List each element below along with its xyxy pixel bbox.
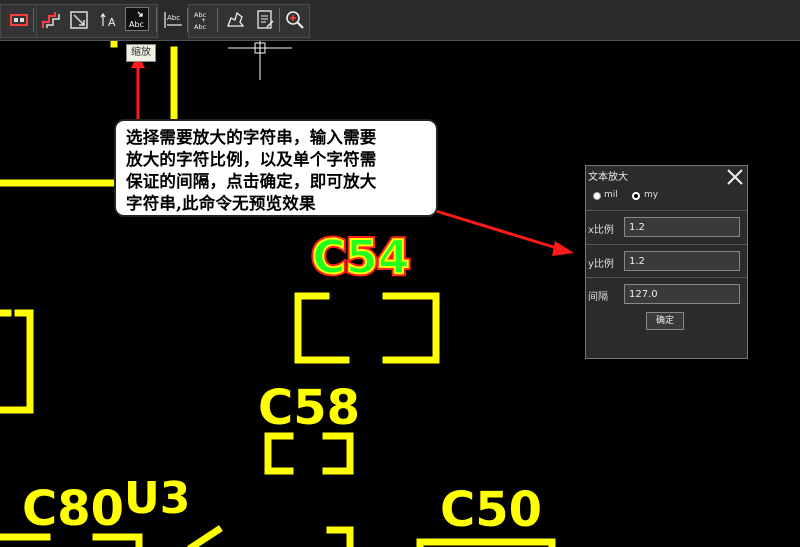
toolbar: A Abc Abc Abc + Abc <box>0 0 800 41</box>
callout-line: 字符串,此命令无预览效果 <box>126 194 316 213</box>
text-enlarge-icon[interactable]: Abc <box>125 7 149 31</box>
radio-mil-label: mil <box>604 190 618 200</box>
x-scale-input[interactable] <box>624 217 740 237</box>
gap-row: 间隔 <box>586 277 747 310</box>
radio-my[interactable] <box>632 192 640 200</box>
x-scale-row: x比例 <box>586 210 747 243</box>
y-scale-row: y比例 <box>586 244 747 277</box>
callout-line: 放大的字符比例，以及单个字符需 <box>126 150 377 169</box>
arrow-head-dialog <box>552 241 574 256</box>
auto-route-icon[interactable] <box>66 7 90 31</box>
radio-my-label: my <box>644 190 659 200</box>
designator-c54[interactable]: C54 <box>311 229 411 285</box>
svg-text:Abc: Abc <box>194 23 207 31</box>
designator-u3[interactable]: U3 <box>124 473 190 524</box>
designator-c58[interactable]: C58 <box>258 380 360 436</box>
dialog-title: 文本放大 <box>588 172 628 183</box>
y-scale-input[interactable] <box>624 251 740 271</box>
toolbar-separator <box>33 8 34 32</box>
route-icon[interactable] <box>6 7 30 31</box>
radio-mil[interactable] <box>593 192 601 200</box>
toolbar-separator <box>156 8 157 32</box>
designator-c50[interactable]: C50 <box>440 482 542 538</box>
step-route-icon[interactable] <box>38 7 62 31</box>
ok-button[interactable]: 确定 <box>646 312 684 330</box>
arrow-to-dialog <box>435 209 561 251</box>
zoom-icon[interactable] <box>282 7 306 31</box>
gap-label: 间隔 <box>588 292 608 303</box>
x-scale-label: x比例 <box>588 225 614 236</box>
text-stack-icon[interactable]: Abc + Abc <box>190 7 214 31</box>
close-icon[interactable] <box>725 167 745 187</box>
svg-text:Abc: Abc <box>129 20 144 29</box>
silkscreen-outlines <box>0 41 556 547</box>
toolbar-separator <box>217 8 218 32</box>
crosshair-cursor <box>228 41 292 80</box>
instruction-callout: 选择需要放大的字符串，输入需要 放大的字符比例，以及单个字符需 保证的间隔，点击… <box>114 119 438 217</box>
text-scale-icon[interactable]: A <box>96 7 120 31</box>
toolbar-separator <box>279 8 280 32</box>
y-scale-label: y比例 <box>588 259 614 270</box>
callout-line: 保证的间隔，点击确定，即可放大 <box>126 172 377 191</box>
text-enlarge-dialog: 文本放大 mil my x比例 y比例 间隔 确定 <box>585 165 748 359</box>
text-align-icon[interactable]: Abc <box>160 7 184 31</box>
svg-text:A: A <box>108 16 116 29</box>
gap-input[interactable] <box>624 284 740 304</box>
unit-radio-group: mil my <box>586 186 747 208</box>
callout-line: 选择需要放大的字符串，输入需要 <box>126 128 377 147</box>
report-icon[interactable] <box>252 7 276 31</box>
shape-icon[interactable] <box>222 7 246 31</box>
designator-c80[interactable]: C80 <box>22 481 124 537</box>
svg-text:Abc: Abc <box>167 14 180 22</box>
tooltip: 缩放 <box>126 44 156 62</box>
